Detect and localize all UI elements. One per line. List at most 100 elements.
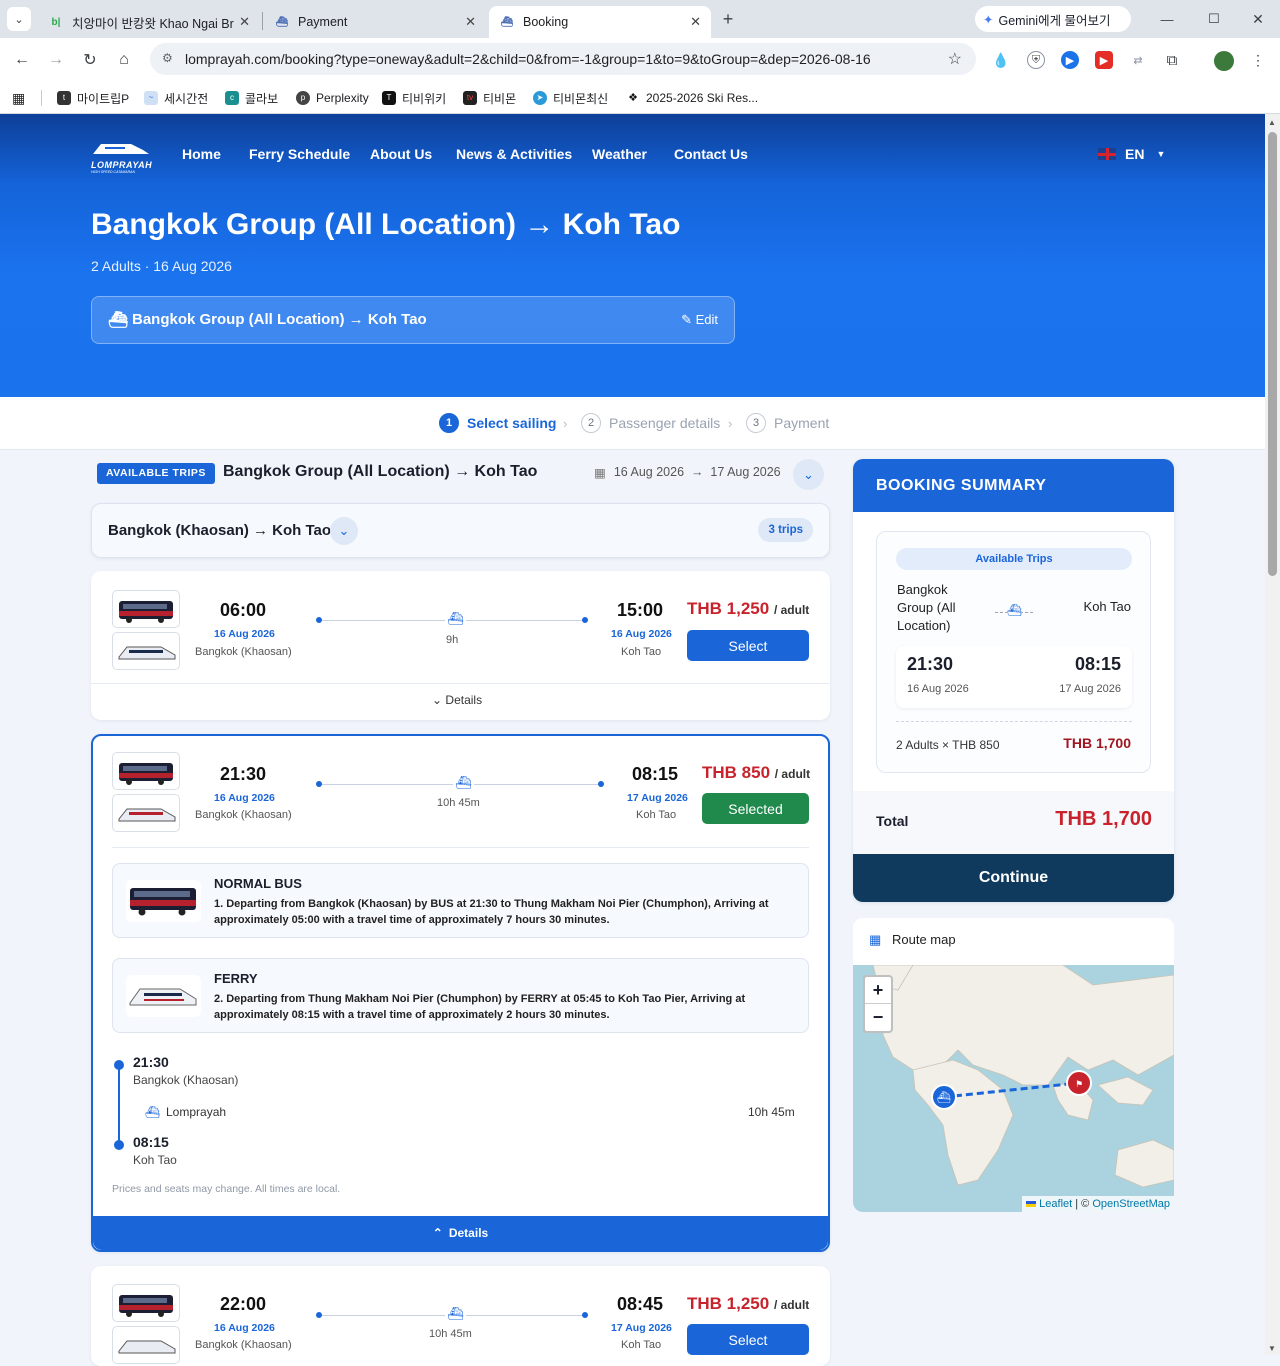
bookmark-item[interactable]: tv 티비몬 xyxy=(463,89,516,107)
bookmark-item[interactable]: ❖ 2025-2026 Ski Res... xyxy=(626,89,758,107)
close-tab-icon[interactable]: ✕ xyxy=(239,14,250,30)
bookmark-item[interactable]: ➤ 티비몬최신 xyxy=(533,89,608,107)
zoom-in-button[interactable]: + xyxy=(865,977,891,1004)
new-tab-plus-icon[interactable]: + xyxy=(716,7,740,31)
home-icon[interactable]: ⌂ xyxy=(112,48,136,72)
svg-text:⛴: ⛴ xyxy=(937,1091,951,1104)
nav-about-us[interactable]: About Us xyxy=(370,146,432,162)
trip-duration: 10h 45m xyxy=(437,797,480,809)
arrival-date: 16 Aug 2026 xyxy=(611,628,672,640)
page-scrollbar[interactable]: ▲ ▼ xyxy=(1265,114,1280,1355)
departure-date: 16 Aug 2026 xyxy=(214,628,275,640)
ship-icon: ⛴ xyxy=(445,1306,466,1322)
passenger-line: 2 Adults × THB 850 xyxy=(896,738,1000,752)
chevron-down-icon[interactable]: ⌄ xyxy=(330,517,358,545)
url-input[interactable]: ⚙ lomprayah.com/booking?type=oneway&adul… xyxy=(150,43,976,75)
minimize-icon[interactable]: — xyxy=(1155,7,1179,31)
bookmarks-bar: ▦ t 마이트립P ~ 세시간전 c 콜라보 p Perplexity T 티비위키 tv… xyxy=(0,82,1280,114)
play-extension-icon[interactable]: ▶ xyxy=(1061,51,1079,69)
select-button[interactable]: Select xyxy=(687,1324,809,1355)
details-toggle[interactable]: ⌄ Details xyxy=(432,693,482,707)
reload-icon[interactable]: ↻ xyxy=(78,48,102,72)
bookmark-item[interactable]: ~ 세시간전 xyxy=(144,89,208,107)
details-collapse-bar[interactable]: ⌃ Details xyxy=(93,1216,828,1250)
shield-extension-icon[interactable]: ⛨ xyxy=(1027,51,1045,69)
scroll-down-icon[interactable]: ▼ xyxy=(1268,1344,1276,1353)
available-trips-chip: Available Trips xyxy=(896,548,1132,570)
gemini-button[interactable]: ✦ Gemini에게 물어보기 xyxy=(975,6,1131,32)
step-passenger-details[interactable]: 2 Passenger details xyxy=(581,413,720,433)
maximize-icon[interactable]: ☐ xyxy=(1202,7,1226,31)
route-group-title: Bangkok (Khaosan) → Koh Tao xyxy=(108,522,332,539)
segment-ferry: FERRY 2. Departing from Thung Makham Noi… xyxy=(112,958,809,1033)
departure-time: 22:00 xyxy=(220,1294,267,1314)
browser-tab-1[interactable]: b| 치앙마이 반캉왓 Khao Ngai Br ✕ xyxy=(38,6,260,38)
timeline-duration: 10h 45m xyxy=(748,1105,795,1119)
menu-kebab-icon[interactable]: ⋮ xyxy=(1249,51,1267,69)
arrival-time: 15:00 xyxy=(617,600,664,620)
drop-extension-icon[interactable]: 💧 xyxy=(992,51,1010,69)
summary-departure-date: 16 Aug 2026 xyxy=(907,683,969,695)
lomprayah-logo[interactable]: LOMPRAYAH HIGH SPEED CATAMARAN xyxy=(91,138,152,174)
logo-subtext: HIGH SPEED CATAMARAN xyxy=(91,170,136,174)
close-tab-icon[interactable]: ✕ xyxy=(465,14,476,30)
bookmark-item[interactable]: c 콜라보 xyxy=(225,89,278,107)
bookmark-item[interactable]: t 마이트립P xyxy=(57,89,129,107)
arrival-place: Koh Tao xyxy=(636,809,677,821)
close-window-icon[interactable]: ✕ xyxy=(1246,7,1270,31)
continue-button[interactable]: Continue xyxy=(853,854,1174,902)
language-selector[interactable]: EN ▼ xyxy=(1098,146,1165,162)
summary-departure-time: 21:30 xyxy=(907,654,954,674)
scrollbar-thumb[interactable] xyxy=(1268,132,1277,576)
edit-button[interactable]: ✎ Edit xyxy=(681,312,718,328)
ferry-image-icon xyxy=(118,808,176,822)
nav-home[interactable]: Home xyxy=(182,146,221,162)
bookmark-favicon-icon: ~ xyxy=(144,91,158,105)
zoom-out-button[interactable]: − xyxy=(865,1004,891,1031)
nav-ferry-schedule[interactable]: Ferry Schedule xyxy=(249,146,350,162)
bookmark-favicon-icon: c xyxy=(225,91,239,105)
tab-search-button[interactable]: ⌄ xyxy=(7,7,31,31)
zoom-control: + − xyxy=(863,975,893,1033)
extensions-puzzle-icon[interactable]: ⧉ xyxy=(1163,51,1181,69)
close-tab-icon[interactable]: ✕ xyxy=(690,14,701,30)
forward-arrow-icon[interactable]: → xyxy=(44,48,68,72)
osm-link[interactable]: OpenStreetMap xyxy=(1092,1198,1170,1210)
route-group-header[interactable]: Bangkok (Khaosan) → Koh Tao ⌄ 3 trips xyxy=(91,503,830,558)
leaflet-link[interactable]: Leaflet xyxy=(1039,1198,1072,1210)
back-arrow-icon[interactable]: ← xyxy=(10,48,34,72)
select-button[interactable]: Select xyxy=(687,630,809,661)
tab-title: 치앙마이 반캉왓 Khao Ngai Br xyxy=(72,16,234,31)
bookmark-star-icon[interactable]: ☆ xyxy=(948,49,962,69)
nav-contact-us[interactable]: Contact Us xyxy=(674,146,748,162)
profile-avatar[interactable] xyxy=(1214,51,1234,71)
site-settings-icon[interactable]: ⚙ xyxy=(162,51,173,65)
nav-news-activities[interactable]: News & Activities xyxy=(456,146,572,162)
trip-price: THB 1,250 / adult xyxy=(687,599,810,618)
selected-button[interactable]: Selected xyxy=(702,793,809,824)
summary-arrival-time: 08:15 xyxy=(1074,654,1121,674)
summary-trip-card: Available Trips Bangkok Group (All Locat… xyxy=(876,531,1151,773)
translate-extension-icon[interactable]: ⇄ xyxy=(1129,51,1147,69)
step-payment[interactable]: 3 Payment xyxy=(746,413,829,433)
youtube-extension-icon[interactable]: ▶ xyxy=(1095,51,1113,69)
chevron-down-icon: ⌄ xyxy=(432,693,443,707)
operator-name: Lomprayah xyxy=(166,1105,227,1119)
svg-text:⚑: ⚑ xyxy=(1075,1080,1083,1090)
bus-image-icon xyxy=(119,1295,173,1317)
map-canvas[interactable]: ⛴ ⚑ + − Leaflet | © OpenStreetMap xyxy=(853,965,1174,1212)
apps-grid-icon[interactable]: ▦ xyxy=(12,89,25,107)
browser-tab-3-active[interactable]: ⛴ Booking ✕ xyxy=(489,6,711,38)
browser-tab-2[interactable]: ⛴ Payment ✕ xyxy=(264,6,486,38)
collapse-chevron-icon[interactable]: ⌄ xyxy=(793,459,824,490)
nav-weather[interactable]: Weather xyxy=(592,146,647,162)
step-select-sailing[interactable]: 1 Select sailing xyxy=(439,413,556,433)
bookmark-item[interactable]: T 티비위키 xyxy=(382,89,446,107)
route-summary-box[interactable]: ⛴ Bangkok Group (All Location) → Koh Tao… xyxy=(91,296,735,344)
arrival-date: 17 Aug 2026 xyxy=(611,1322,672,1334)
scroll-up-icon[interactable]: ▲ xyxy=(1268,118,1276,127)
trip-duration: 9h xyxy=(446,634,459,646)
bus-thumbnail xyxy=(112,1284,180,1322)
arrival-place: Koh Tao xyxy=(621,1339,662,1351)
bookmark-item[interactable]: p Perplexity xyxy=(296,89,369,107)
